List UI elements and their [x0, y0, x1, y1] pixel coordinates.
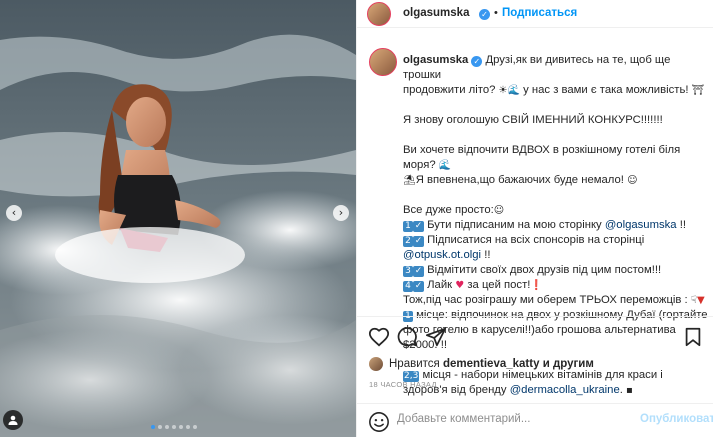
mention-link[interactable]: @olgasumska	[605, 219, 677, 231]
comment-bar: Добавьте комментарий... Опубликовать	[357, 403, 713, 437]
carousel-prev-button[interactable]: ‹	[6, 205, 22, 221]
smile-hearts-emoji-icon: ☺	[627, 175, 638, 186]
liker-username[interactable]: dementieva_katty	[443, 358, 540, 370]
pin-emoji-icon: ❗	[530, 280, 543, 291]
person-tag-icon	[8, 415, 18, 425]
caption-line: Тож,під час розіграшу ми оберем ТРЬОХ пе…	[403, 294, 688, 306]
rule-text: !!	[679, 219, 686, 231]
carousel-dot	[193, 425, 197, 429]
liked-by-prefix: Нравится	[389, 358, 440, 370]
rule-text: Підписатися на всіх спонсорів на сторінц…	[427, 234, 645, 246]
caption-line: Все дуже просто:	[403, 204, 494, 216]
liked-by-others-link[interactable]: и другим	[543, 358, 594, 370]
carousel-dot	[172, 425, 176, 429]
rule-text: Відмітити своїх двох друзів під цим пост…	[427, 264, 662, 276]
wave-emoji-icon: 🌊	[507, 85, 520, 96]
emoji-icon: ▪	[626, 385, 633, 396]
verified-badge-icon: ✓	[479, 9, 490, 20]
author-avatar[interactable]	[367, 2, 391, 26]
liker-avatar[interactable]	[369, 357, 383, 371]
caption-author-avatar[interactable]	[369, 48, 397, 76]
caption-line: Я впевнена,що бажаючих буде немало!	[415, 174, 624, 186]
check-mark-icon: ✓	[413, 281, 424, 292]
post-photo[interactable]: ‹ ›	[0, 0, 356, 437]
carousel-dot	[165, 425, 169, 429]
paper-plane-icon[interactable]	[425, 326, 447, 348]
post-actions-bar	[357, 316, 713, 354]
author-username[interactable]: olgasumska	[403, 7, 469, 19]
check-mark-icon: ✓	[413, 236, 424, 247]
post-header: olgasumska ✓ • Подписаться	[357, 0, 713, 28]
keycap-number-icon: 4	[403, 281, 413, 292]
sun-emoji-icon: ☀	[498, 85, 508, 96]
rule-text: !!	[484, 249, 491, 261]
post-timestamp[interactable]: 18 ЧАСОВ НАЗАД	[369, 380, 437, 389]
carousel-indicator	[151, 425, 197, 429]
mention-link[interactable]: @otpusk.ot.olgi	[403, 249, 481, 261]
rule-text: Лайк	[427, 279, 453, 291]
verified-badge-icon: ✓	[471, 56, 483, 67]
follow-button[interactable]: Подписаться	[502, 7, 577, 19]
publish-button[interactable]: Опубликовать	[640, 413, 713, 425]
comment-icon[interactable]	[396, 326, 418, 348]
rule-text: за цей пост!	[467, 279, 531, 291]
heart-icon[interactable]	[368, 326, 390, 348]
red-triangle-emoji-icon: ▼	[696, 295, 705, 306]
heart-emoji-icon: ♥	[455, 280, 465, 291]
mention-link[interactable]: @dermacolla_ukraine	[510, 384, 620, 396]
caption-line: у нас з вами є така можливість!	[523, 84, 689, 96]
keycap-number-icon: 1	[403, 221, 413, 232]
bath-emoji-icon: ⛱	[403, 175, 416, 186]
beach-photo	[0, 0, 356, 437]
carousel-dot	[158, 425, 162, 429]
check-mark-icon: ✓	[413, 266, 424, 277]
header-separator: •	[494, 7, 498, 19]
carousel-dot	[186, 425, 190, 429]
prize-text: .	[619, 384, 623, 396]
smiley-icon[interactable]	[368, 411, 390, 433]
check-mark-icon: ✓	[413, 221, 424, 232]
smile-emoji-icon: ☺	[493, 205, 505, 216]
liked-by-text: Нравится dementieva_katty и другим	[389, 358, 594, 370]
rule-text: Бути підписаним на мою сторінку	[427, 219, 602, 231]
carousel-dot	[179, 425, 183, 429]
caption-line: продовжити літо?	[403, 84, 496, 96]
keycap-number-icon: 2	[403, 236, 413, 247]
tagged-people-button[interactable]	[3, 410, 23, 430]
caption-username[interactable]: olgasumska	[403, 54, 468, 66]
post-details-panel: olgasumska ✓ • Подписаться olgasumska ✓ Д…	[356, 0, 713, 437]
carousel-dot	[151, 425, 155, 429]
keycap-number-icon: 3	[403, 266, 413, 277]
carousel-next-button[interactable]: ›	[333, 205, 349, 221]
comment-input[interactable]: Добавьте комментарий...	[397, 413, 627, 425]
caption-line: Я знову оголошую СВІЙ ІМЕННИЙ КОНКУРС!!!…	[403, 114, 663, 126]
people-emoji-icon: ⛩	[691, 85, 705, 96]
wave-emoji-icon: 🌊	[438, 160, 452, 171]
bookmark-icon[interactable]	[682, 326, 704, 348]
